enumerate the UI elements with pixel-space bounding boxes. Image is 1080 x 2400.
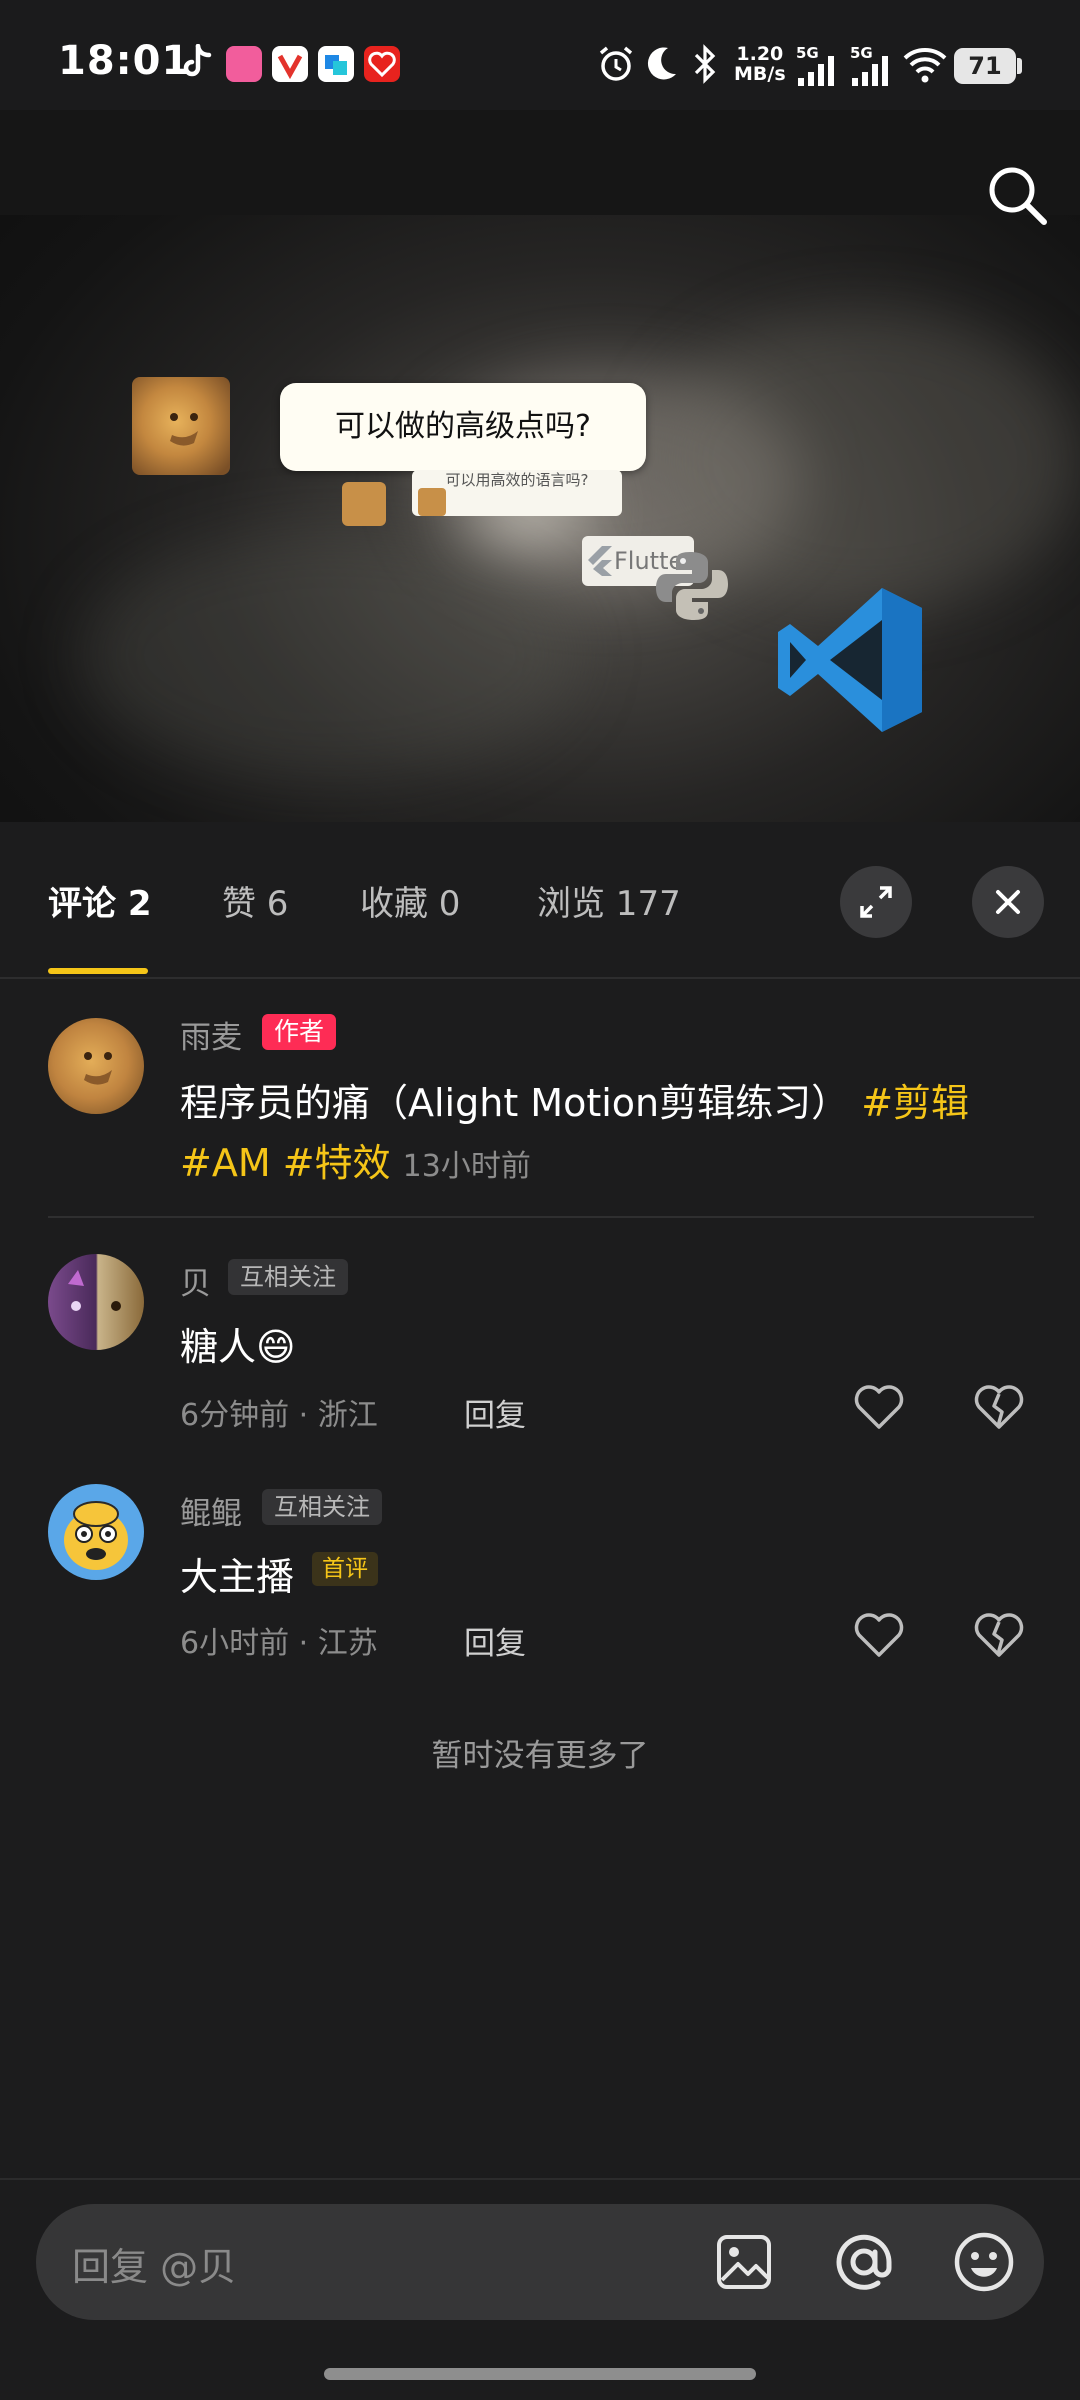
bilibili-app-icon <box>226 46 262 82</box>
video-small-avatar <box>342 482 386 526</box>
video-avatar <box>132 377 230 475</box>
comment-avatar[interactable] <box>48 1254 144 1350</box>
smoke-cloud <box>80 530 580 780</box>
video-speech-bubble: 可以做的高级点吗? <box>280 383 646 471</box>
input-divider <box>0 2178 1080 2180</box>
tabs-divider <box>0 977 1080 979</box>
search-icon[interactable] <box>982 160 1052 230</box>
author-badge: 作者 <box>262 1014 337 1050</box>
like-heart-icon[interactable] <box>852 1610 906 1660</box>
close-button[interactable] <box>972 866 1044 938</box>
image-icon[interactable] <box>714 2232 774 2292</box>
tab-views[interactable]: 浏览 177 <box>537 876 681 925</box>
wifi-icon <box>903 48 947 83</box>
heart-app-icon <box>364 46 400 82</box>
first-comment-badge: 首评 <box>312 1552 378 1586</box>
home-indicator[interactable] <box>324 2368 756 2380</box>
bluetooth-icon <box>694 44 716 84</box>
reply-button[interactable]: 回复 <box>464 1390 526 1435</box>
battery-tip <box>1017 58 1022 74</box>
post-divider <box>48 1216 1034 1218</box>
post-text: 程序员的痛（Alight Motion剪辑练习） <box>180 1081 850 1125</box>
expand-button[interactable] <box>840 866 912 938</box>
grin-emoji: 😄 <box>256 1325 296 1369</box>
tab-likes[interactable]: 赞 6 <box>222 876 288 925</box>
dislike-broken-heart-icon[interactable] <box>972 1382 1026 1432</box>
hashtag-link[interactable]: #AM <box>180 1141 271 1185</box>
video-small-avatar <box>418 488 446 516</box>
comment-meta: 6分钟前 · 浙江 <box>180 1398 378 1433</box>
comment-meta: 6小时前 · 江苏 <box>180 1626 378 1661</box>
comment-username[interactable]: 鲲鲲 <box>180 1488 242 1533</box>
status-time: 18:01 <box>58 38 191 84</box>
comment-text-body: 糖人 <box>180 1325 257 1369</box>
tab-favorites[interactable]: 收藏 0 <box>360 876 460 925</box>
tab-bar: 评论 2 赞 6 收藏 0 浏览 177 <box>0 822 1080 979</box>
like-heart-icon[interactable] <box>852 1382 906 1432</box>
tiktok-icon <box>183 44 212 77</box>
reply-button[interactable]: 回复 <box>464 1618 526 1663</box>
mention-icon[interactable] <box>832 2230 896 2294</box>
dislike-broken-heart-icon[interactable] <box>972 1610 1026 1660</box>
expand-icon <box>860 886 892 918</box>
author-avatar[interactable] <box>48 1018 144 1114</box>
mutual-follow-badge: 互相关注 <box>262 1489 382 1525</box>
comment-input-placeholder: 回复 @贝 <box>72 2245 237 2289</box>
close-icon <box>996 890 1020 914</box>
post-description: 程序员的痛（Alight Motion剪辑练习） #剪辑 <box>180 1072 1040 1127</box>
author-name[interactable]: 雨麦 <box>180 1012 242 1057</box>
video-top-band <box>0 110 1080 215</box>
comment-text: 大主播 <box>180 1555 295 1599</box>
tab-comments[interactable]: 评论 2 <box>48 876 152 925</box>
post-description-line2: #AM #特效 13小时前 <box>180 1132 531 1187</box>
hashtag-link[interactable]: #剪辑 <box>861 1081 969 1125</box>
cloud-app-icon <box>318 46 354 82</box>
alarm-icon <box>599 46 633 81</box>
comment-text: 糖人😄 <box>180 1316 296 1371</box>
vscode-icon <box>778 588 922 732</box>
python-icon <box>656 552 728 620</box>
news-app-icon <box>272 46 308 82</box>
signal-icon <box>852 56 888 86</box>
comment-username[interactable]: 贝 <box>180 1258 211 1303</box>
hashtag-link[interactable]: #特效 <box>283 1141 391 1185</box>
mutual-follow-badge: 互相关注 <box>228 1259 348 1295</box>
comment-avatar[interactable] <box>48 1484 144 1580</box>
emoji-icon[interactable] <box>952 2230 1016 2294</box>
video-player[interactable]: 可以做的高级点吗? 可以用高效的语言吗? Flutter <box>0 110 1080 822</box>
flutter-icon <box>588 546 612 576</box>
battery-level: 71 <box>954 48 1016 84</box>
signal-icon <box>798 56 834 86</box>
no-more-comments: 暂时没有更多了 <box>431 1738 649 1774</box>
post-time: 13小时前 <box>402 1149 531 1184</box>
network-speed: 1.20 MB/s <box>734 43 786 85</box>
tab-active-indicator <box>48 968 148 974</box>
moon-icon <box>647 47 676 80</box>
